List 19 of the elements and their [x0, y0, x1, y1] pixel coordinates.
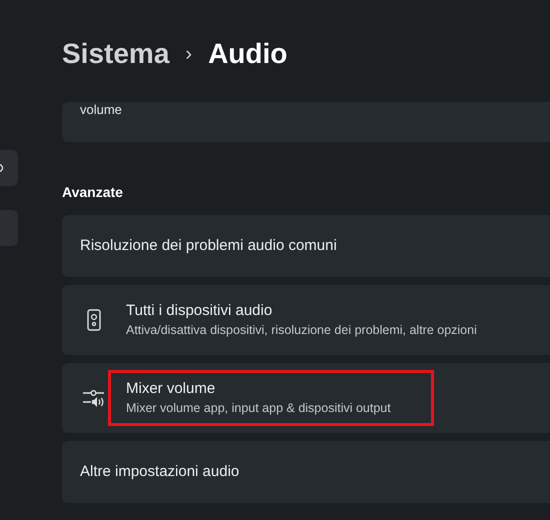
- card-description: Attiva/disattiva dispositivi, risoluzione dei problemi, altre opzioni: [126, 322, 477, 339]
- settings-card[interactable]: Mixer volume Mixer volume app, input app & dispositivi output: [62, 363, 550, 433]
- speaker-icon: [87, 309, 101, 331]
- card-title: volume: [80, 102, 123, 118]
- card-title: Mixer volume: [126, 379, 216, 399]
- settings-card[interactable]: Altre impostazioni audio: [62, 441, 550, 503]
- page-title: Audio: [208, 37, 288, 71]
- card-title: Tutti i dispositivi audio: [126, 301, 274, 321]
- breadcrumb-separator: ›: [185, 42, 192, 67]
- settings-card[interactable]: Tutti i dispositivi audio Attiva/disattiva dispositivi, risoluzione dei problemi, altre opzioni: [62, 285, 550, 355]
- card-title: Risoluzione dei problemi audio comuni: [80, 236, 337, 256]
- settings-card[interactable]: Risoluzione dei problemi audio comuni: [62, 215, 550, 277]
- search-field[interactable]: [0, 150, 18, 186]
- card-title: Altre impostazioni audio: [80, 462, 240, 482]
- settings-card[interactable]: volume: [62, 102, 550, 142]
- section-title: Avanzate: [62, 183, 124, 202]
- card-description: Mixer volume app, input app & dispositivi output: [126, 400, 392, 417]
- breadcrumb-link[interactable]: Sistema: [62, 33, 170, 75]
- mixer-icon: [83, 389, 105, 407]
